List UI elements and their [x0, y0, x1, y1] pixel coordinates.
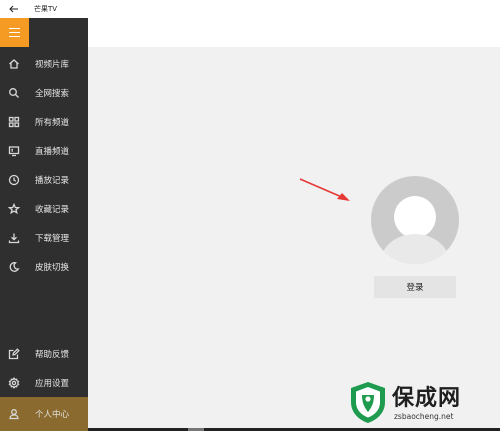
sidebar-item-label: 播放记录 — [35, 175, 70, 186]
star-icon — [0, 194, 28, 223]
avatar-head-icon — [394, 196, 436, 238]
sidebar: 视频片库 全网搜索 所有频道 直播频道 播放记录 收藏记录 下载管理 皮肤切换 … — [0, 18, 88, 431]
sidebar-item-label: 所有频道 — [35, 117, 70, 128]
sidebar-item-search[interactable]: 全网搜索 — [0, 78, 88, 107]
hamburger-icon — [9, 28, 20, 30]
sidebar-item-label: 全网搜索 — [35, 88, 70, 99]
moon-icon — [0, 252, 28, 281]
window-title: 芒果TV — [34, 5, 58, 13]
sidebar-item-favorites[interactable]: 收藏记录 — [0, 194, 88, 223]
download-icon — [0, 223, 28, 252]
sidebar-item-label: 下载管理 — [35, 233, 70, 244]
shield-logo-icon — [351, 382, 385, 423]
menu-toggle-button[interactable] — [0, 18, 29, 47]
gear-icon — [0, 368, 28, 397]
header-area — [88, 18, 500, 47]
sidebar-item-label: 帮助反馈 — [35, 349, 70, 360]
sidebar-item-label: 视频片库 — [35, 59, 70, 70]
avatar-body-icon — [380, 234, 450, 264]
sidebar-item-channels[interactable]: 所有频道 — [0, 107, 88, 136]
grid-icon — [0, 107, 28, 136]
pointer-arrow-annotation — [299, 178, 350, 201]
edit-icon — [0, 339, 28, 368]
sidebar-item-downloads[interactable]: 下载管理 — [0, 223, 88, 252]
sidebar-item-settings[interactable]: 应用设置 — [0, 368, 88, 397]
tv-icon — [0, 136, 28, 165]
search-icon — [0, 78, 28, 107]
sidebar-item-label: 直播频道 — [35, 146, 70, 157]
title-bar: 芒果TV — [0, 0, 500, 18]
sidebar-item-label: 应用设置 — [35, 378, 70, 389]
avatar[interactable] — [371, 176, 459, 264]
sidebar-item-label: 个人中心 — [35, 410, 70, 420]
watermark-url: zsbaocheng.net — [394, 412, 454, 421]
user-icon — [0, 400, 28, 429]
watermark-title: 保成网 — [392, 386, 462, 411]
watermark: 保成网 zsbaocheng.net — [348, 378, 496, 428]
sidebar-item-label: 皮肤切换 — [35, 262, 70, 273]
sidebar-item-live[interactable]: 直播频道 — [0, 136, 88, 165]
login-button[interactable]: 登录 — [374, 276, 456, 298]
back-arrow-icon — [9, 5, 18, 13]
home-icon — [0, 49, 28, 78]
sidebar-item-skin[interactable]: 皮肤切换 — [0, 252, 88, 281]
sidebar-item-feedback[interactable]: 帮助反馈 — [0, 339, 88, 368]
back-button[interactable] — [0, 0, 28, 18]
sidebar-item-label: 收藏记录 — [35, 204, 70, 215]
sidebar-item-profile[interactable]: 个人中心 — [0, 397, 88, 431]
sidebar-item-history[interactable]: 播放记录 — [0, 165, 88, 194]
sidebar-item-video-library[interactable]: 视频片库 — [0, 49, 88, 78]
clock-icon — [0, 165, 28, 194]
